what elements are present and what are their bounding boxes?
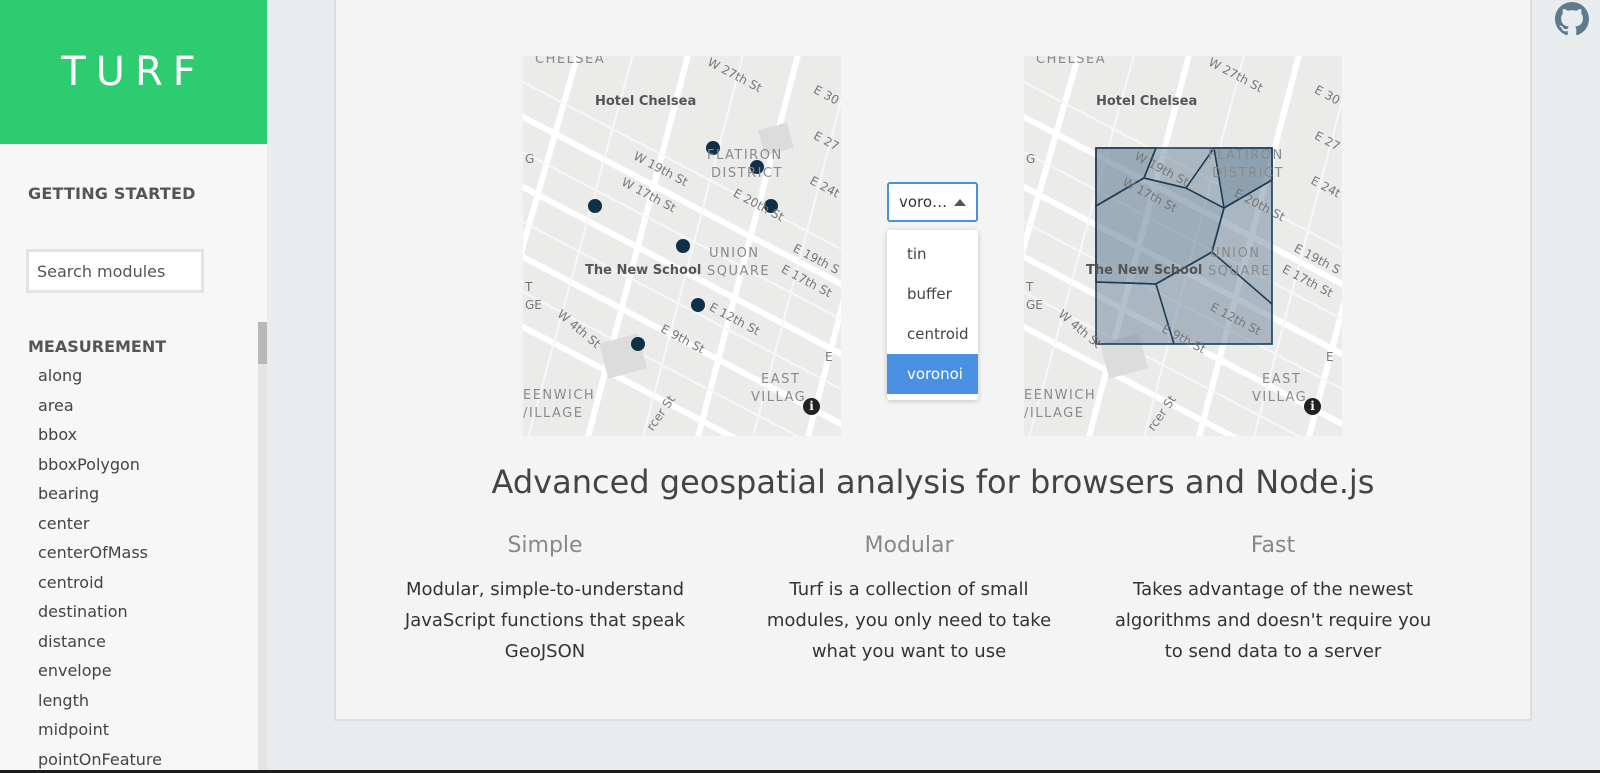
- point: [676, 239, 690, 253]
- feature-modular: Modular Turf is a collection of small mo…: [727, 533, 1091, 667]
- feature-title: Simple: [507, 533, 583, 558]
- feature-line: Turf is a collection of small: [789, 579, 1029, 600]
- map-label: /ILLAGE: [1024, 406, 1085, 421]
- dropdown-option-tin[interactable]: tin: [887, 234, 978, 274]
- map-label: CHELSEA: [535, 56, 606, 67]
- sidebar: TURF GETTING STARTED MEASUREMENT along a…: [0, 0, 267, 773]
- module-link[interactable]: pointOnFeature: [38, 745, 162, 773]
- github-icon[interactable]: [1555, 2, 1589, 36]
- map-label: The New School: [1086, 263, 1203, 278]
- sidebar-scrollbar-thumb[interactable]: [258, 322, 267, 364]
- map-label: GE: [525, 298, 542, 312]
- feature-title: Fast: [1250, 533, 1296, 558]
- map-label: Hotel Chelsea: [595, 94, 697, 109]
- feature-title: Modular: [864, 533, 954, 558]
- map-label: G: [525, 152, 535, 166]
- map-label: VILLAG: [1252, 390, 1308, 405]
- module-link[interactable]: bearing: [38, 479, 162, 509]
- point: [631, 337, 645, 351]
- feature-line: Takes advantage of the newest: [1133, 579, 1413, 600]
- operation-select[interactable]: voro…: [887, 182, 978, 222]
- sidebar-scrollbar[interactable]: [258, 322, 267, 773]
- module-link[interactable]: along: [38, 361, 162, 391]
- feature-line: to send data to a server: [1164, 641, 1382, 662]
- feature-line: what you want to use: [811, 641, 1007, 662]
- module-link[interactable]: envelope: [38, 656, 162, 686]
- point: [588, 199, 602, 213]
- feature-line: algorithms and doesn't require you: [1114, 610, 1432, 631]
- feature-simple: Simple Modular, simple-to-understand Jav…: [363, 533, 727, 667]
- map-label: SQUARE: [1208, 264, 1272, 279]
- operation-dropdown: tin buffer centroid voronoi: [887, 230, 978, 400]
- map-voronoi-result: CHELSEA Hotel Chelsea W 27th St E 30 E 2…: [1024, 56, 1342, 436]
- dropdown-option-buffer[interactable]: buffer: [887, 274, 978, 314]
- feature-line: Modular, simple-to-understand: [405, 579, 685, 600]
- map-label: G: [1026, 152, 1036, 166]
- module-link[interactable]: midpoint: [38, 715, 162, 745]
- module-link[interactable]: length: [38, 686, 162, 716]
- map-label: UNION: [1210, 246, 1261, 261]
- map-label: /ILLAGE: [523, 406, 584, 421]
- dropdown-option-voronoi[interactable]: voronoi: [887, 354, 978, 394]
- map-label: Hotel Chelsea: [1096, 94, 1198, 109]
- page-headline: Advanced geospatial analysis for browser…: [491, 463, 1375, 501]
- map-label: VILLAG: [751, 390, 807, 405]
- getting-started-link[interactable]: GETTING STARTED: [28, 184, 196, 203]
- map-label: T: [525, 280, 533, 294]
- module-link[interactable]: centerOfMass: [38, 538, 162, 568]
- module-link[interactable]: bbox: [38, 420, 162, 450]
- map-label: DISTRICT: [711, 166, 783, 181]
- map-label: CHELSEA: [1036, 56, 1107, 67]
- map-input-points: CHELSEA Hotel Chelsea W 27th St E 30 E 2…: [523, 56, 841, 436]
- feature-line: modules, you only need to take: [766, 610, 1052, 631]
- map-label: GE: [1026, 298, 1043, 312]
- brand-header: TURF: [0, 0, 267, 144]
- chevron-up-icon: [954, 199, 966, 206]
- module-link[interactable]: center: [38, 509, 162, 539]
- map-label: SQUARE: [707, 264, 771, 279]
- module-link[interactable]: destination: [38, 597, 162, 627]
- turf-logo[interactable]: TURF: [61, 49, 206, 95]
- feature-fast: Fast Takes advantage of the newest algor…: [1091, 533, 1455, 667]
- feature-line: JavaScript functions that speak: [404, 610, 686, 631]
- select-value: voro…: [899, 193, 948, 211]
- feature-line: GeoJSON: [504, 641, 586, 662]
- module-link[interactable]: centroid: [38, 568, 162, 598]
- map-info-icon[interactable]: i: [803, 398, 820, 415]
- map-label: T: [1026, 280, 1034, 294]
- module-link[interactable]: area: [38, 391, 162, 421]
- feature-text: Modular, simple-to-understand JavaScript…: [363, 574, 727, 667]
- map-label: The New School: [585, 263, 702, 278]
- module-link[interactable]: distance: [38, 627, 162, 657]
- dropdown-option-centroid[interactable]: centroid: [887, 314, 978, 354]
- module-link[interactable]: bboxPolygon: [38, 450, 162, 480]
- section-title-measurement: MEASUREMENT: [28, 337, 167, 356]
- map-label: E: [1326, 350, 1334, 364]
- map-label: EAST: [761, 372, 801, 387]
- map-info-icon[interactable]: i: [1304, 398, 1321, 415]
- map-label: EENWICH: [523, 388, 596, 403]
- map-label: E: [825, 350, 833, 364]
- feature-text: Takes advantage of the newest algorithms…: [1091, 574, 1455, 667]
- map-label: UNION: [709, 246, 760, 261]
- map-label: EENWICH: [1024, 388, 1097, 403]
- map-label: EAST: [1262, 372, 1302, 387]
- point: [691, 298, 705, 312]
- search-modules-input[interactable]: [26, 249, 204, 293]
- map-label: FLATIRON: [707, 148, 783, 163]
- module-list: along area bbox bboxPolygon bearing cent…: [38, 361, 162, 773]
- map-label: FLATIRON: [1208, 148, 1284, 163]
- feature-text: Turf is a collection of small modules, y…: [727, 574, 1091, 667]
- map-label: DISTRICT: [1212, 166, 1284, 181]
